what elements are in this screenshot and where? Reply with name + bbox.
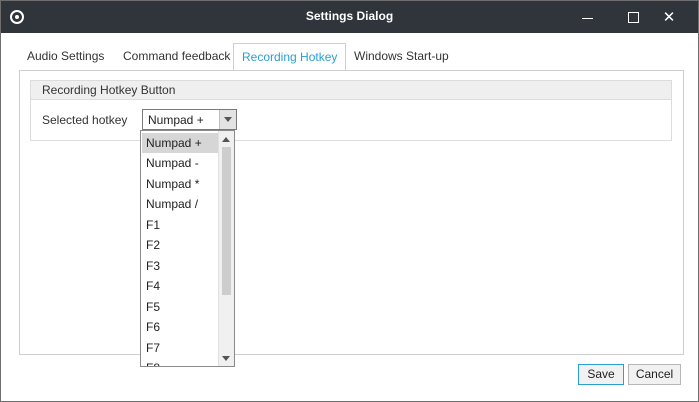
tab-command-feedback[interactable]: Command feedback [115, 43, 238, 70]
scroll-down-button[interactable] [221, 352, 232, 364]
chevron-down-icon [222, 356, 230, 361]
recording-hotkey-group: Recording Hotkey Button Selected hotkey … [30, 80, 672, 141]
minimize-button[interactable] [569, 1, 605, 33]
close-icon: ✕ [662, 9, 676, 26]
save-button[interactable]: Save [578, 364, 624, 385]
dropdown-option[interactable]: F2 [142, 235, 218, 255]
title-bar[interactable]: Settings Dialog ✕ [1, 1, 698, 33]
dropdown-scrollbar[interactable] [218, 131, 234, 366]
tab-windows-startup[interactable]: Windows Start-up [346, 43, 457, 70]
minimize-icon [581, 17, 593, 19]
hotkey-combobox[interactable]: Numpad + [142, 109, 237, 130]
tab-audio-settings[interactable]: Audio Settings [19, 43, 112, 70]
dropdown-option[interactable]: F3 [142, 256, 218, 276]
scroll-thumb[interactable] [222, 147, 231, 295]
close-button[interactable]: ✕ [651, 1, 687, 33]
dropdown-option[interactable]: Numpad - [142, 153, 218, 173]
settings-dialog-window: Settings Dialog ✕ Audio Settings Command… [0, 0, 699, 402]
dropdown-option[interactable]: F8 [142, 358, 218, 366]
dropdown-option[interactable]: Numpad * [142, 174, 218, 194]
maximize-button[interactable] [615, 1, 651, 33]
recording-hotkey-panel: Recording Hotkey Button Selected hotkey … [19, 70, 684, 355]
selected-hotkey-label: Selected hotkey [42, 113, 128, 127]
dropdown-option[interactable]: F1 [142, 215, 218, 235]
dropdown-option[interactable]: Numpad + [142, 133, 218, 153]
dropdown-option[interactable]: F6 [142, 317, 218, 337]
chevron-down-icon [224, 117, 232, 122]
cancel-button[interactable]: Cancel [628, 364, 681, 385]
dropdown-option[interactable]: F4 [142, 276, 218, 296]
tab-recording-hotkey[interactable]: Recording Hotkey [233, 43, 347, 71]
scroll-up-button[interactable] [221, 133, 232, 145]
group-title: Recording Hotkey Button [31, 81, 671, 100]
dropdown-option[interactable]: Numpad / [142, 194, 218, 214]
combo-dropdown-button[interactable] [219, 110, 236, 129]
maximize-icon [627, 11, 639, 23]
chevron-up-icon [222, 137, 230, 142]
hotkey-dropdown-list: Numpad + Numpad - Numpad * Numpad / F1 F… [140, 130, 235, 367]
combo-selected-value: Numpad + [148, 113, 204, 127]
dropdown-option[interactable]: F5 [142, 297, 218, 317]
dropdown-option[interactable]: F7 [142, 338, 218, 358]
